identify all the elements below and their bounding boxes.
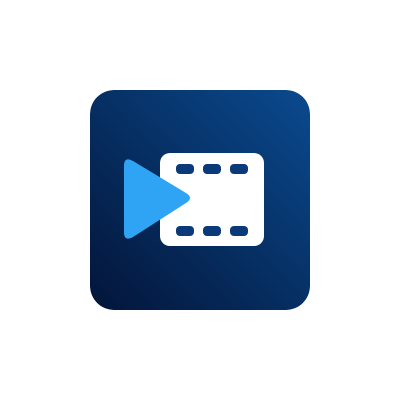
sprocket-hole-bottom-3 [230,226,248,236]
app-icon-graphic [90,90,310,310]
sprocket-hole-top-1 [176,164,194,174]
sprocket-hole-bottom-1 [176,226,194,236]
sprocket-hole-top-2 [203,164,221,174]
canvas [0,0,400,400]
sprocket-hole-top-3 [230,164,248,174]
video-editor-app-icon[interactable] [90,90,310,310]
sprocket-hole-bottom-2 [203,226,221,236]
